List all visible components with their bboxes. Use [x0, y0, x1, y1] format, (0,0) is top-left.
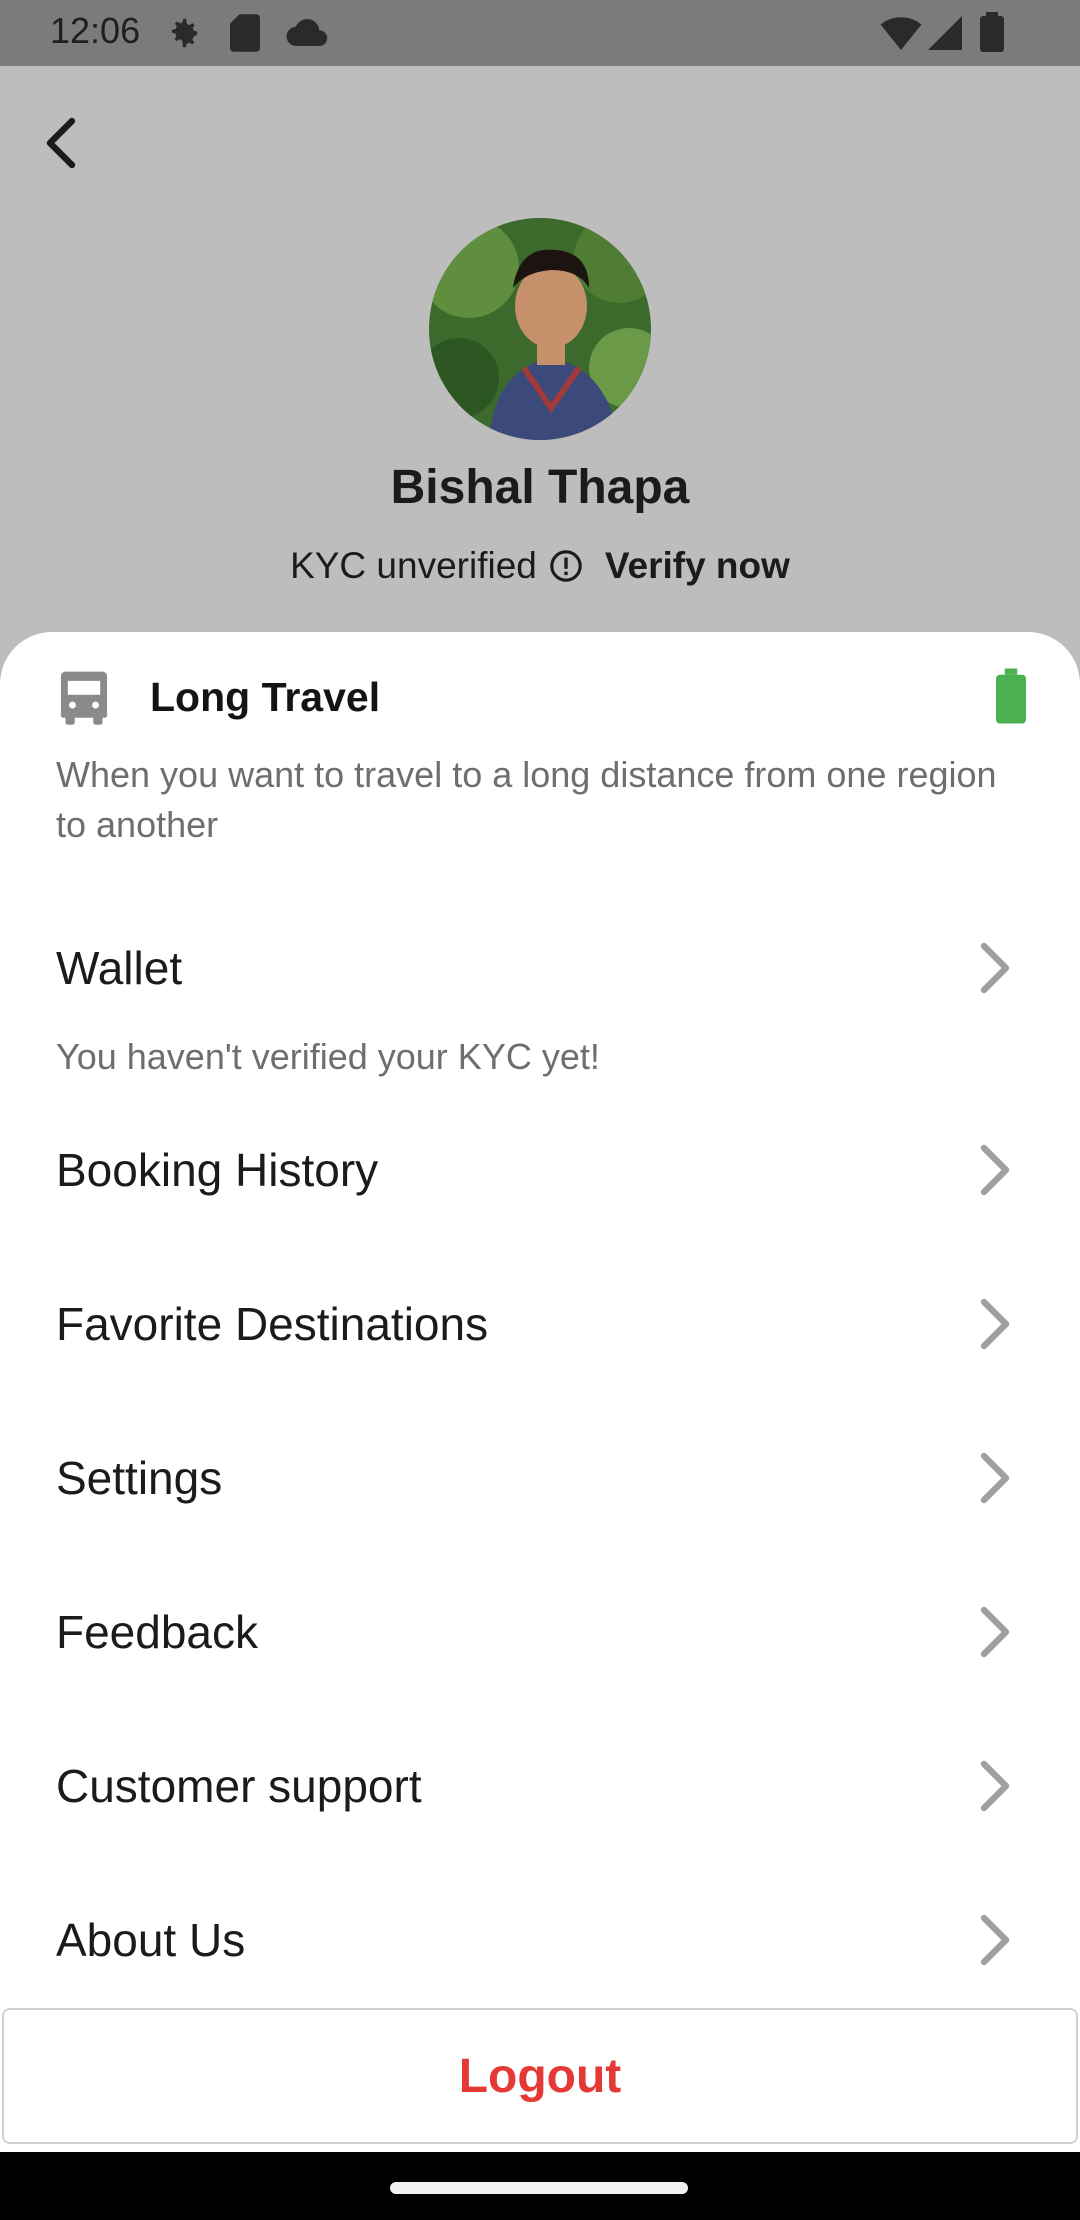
menu-item-label: Wallet	[56, 942, 183, 994]
chevron-right-icon	[978, 1142, 1012, 1203]
avatar[interactable]	[429, 218, 651, 440]
travel-mode-row[interactable]: Long Travel	[56, 662, 1026, 732]
back-arrow-icon	[46, 117, 76, 168]
menu-item-booking-history[interactable]: Booking History	[0, 1110, 1080, 1230]
sd-card-icon	[230, 14, 260, 57]
gear-icon	[164, 14, 202, 57]
menu-item-label: Settings	[56, 1452, 223, 1504]
logout-button[interactable]: Logout	[2, 2008, 1078, 2144]
back-button[interactable]	[30, 105, 90, 180]
chevron-right-icon	[978, 1296, 1012, 1357]
chevron-right-icon	[978, 1450, 1012, 1511]
home-indicator[interactable]	[390, 2182, 688, 2194]
menu-item-label: Favorite Destinations	[56, 1298, 489, 1350]
chevron-right-icon	[978, 940, 1012, 1001]
bus-icon	[56, 667, 116, 727]
menu-item-feedback[interactable]: Feedback	[0, 1572, 1080, 1692]
battery-icon	[980, 12, 1004, 57]
travel-title: Long Travel	[150, 673, 381, 720]
chevron-right-icon	[978, 1758, 1012, 1819]
profile-sheet: Long Travel When you want to travel to a…	[0, 632, 1080, 2152]
menu-item-wallet[interactable]: Wallet	[0, 908, 1080, 1028]
menu-item-settings[interactable]: Settings	[0, 1418, 1080, 1538]
menu-item-label: Feedback	[56, 1606, 259, 1658]
chevron-right-icon	[978, 1912, 1012, 1973]
battery-icon	[996, 668, 1026, 729]
wallet-kyc-note: You haven't verified your KYC yet!	[56, 1036, 600, 1077]
menu-item-about-us[interactable]: About Us	[0, 1880, 1080, 2000]
cloud-icon	[286, 18, 328, 51]
status-time: 12:06	[50, 10, 141, 51]
profile-screen: 12:06 Bishal Thapa KYC unverified Verify…	[0, 0, 1080, 2220]
signal-icon	[928, 16, 962, 55]
kyc-status: KYC unverified	[290, 545, 537, 586]
menu-item-customer-support[interactable]: Customer support	[0, 1726, 1080, 1846]
wifi-icon	[880, 16, 922, 55]
chevron-right-icon	[978, 1604, 1012, 1665]
menu-item-favorite-destinations[interactable]: Favorite Destinations	[0, 1264, 1080, 1384]
menu-item-label: Customer support	[56, 1760, 422, 1812]
status-bar: 12:06	[0, 0, 1080, 66]
profile-name: Bishal Thapa	[390, 461, 690, 514]
system-nav-bar	[0, 2152, 1080, 2220]
verify-now-link[interactable]: Verify now	[605, 545, 790, 587]
info-circle-icon	[549, 549, 583, 583]
menu-item-label: Booking History	[56, 1144, 379, 1196]
kyc-row: KYC unverified Verify now	[0, 545, 1080, 587]
travel-description: When you want to travel to a long distan…	[56, 754, 997, 845]
menu-item-label: About Us	[56, 1914, 246, 1966]
